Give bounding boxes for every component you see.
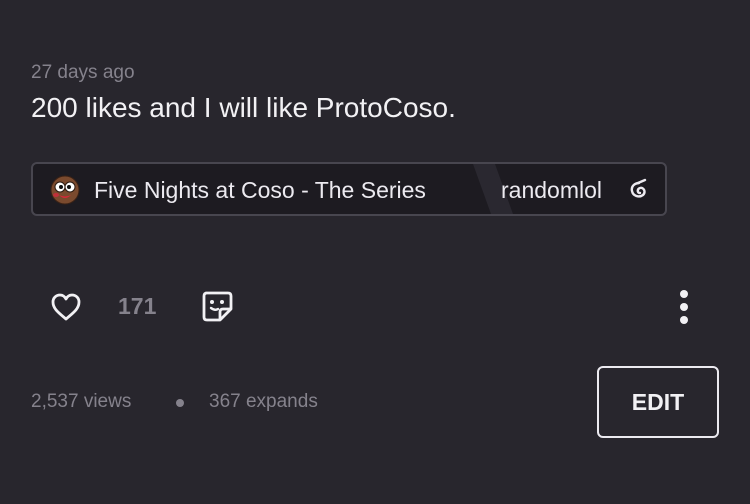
vertical-dots-icon[interactable] [669,287,699,327]
series-tag-bar[interactable]: Five Nights at Coso - The Series randoml… [31,162,667,216]
expands-count: 367 expands [209,391,318,412]
heart-icon[interactable] [47,288,85,326]
edit-button[interactable]: EDIT [597,366,719,438]
like-count: 171 [118,293,157,319]
author-name[interactable]: randomlol [501,177,602,204]
cartoon-face-icon [50,175,80,205]
swirl-badge-icon [630,178,647,198]
sticker-icon[interactable] [198,287,236,325]
views-count: 2,537 views [31,391,132,412]
post-text: 200 likes and I will like ProtoCoso. [31,92,456,123]
series-name[interactable]: Five Nights at Coso - The Series [94,177,426,204]
post-card: 27 days ago 200 likes and I will like Pr… [0,0,750,504]
stats-separator [176,399,184,407]
post-timestamp: 27 days ago [31,62,135,83]
